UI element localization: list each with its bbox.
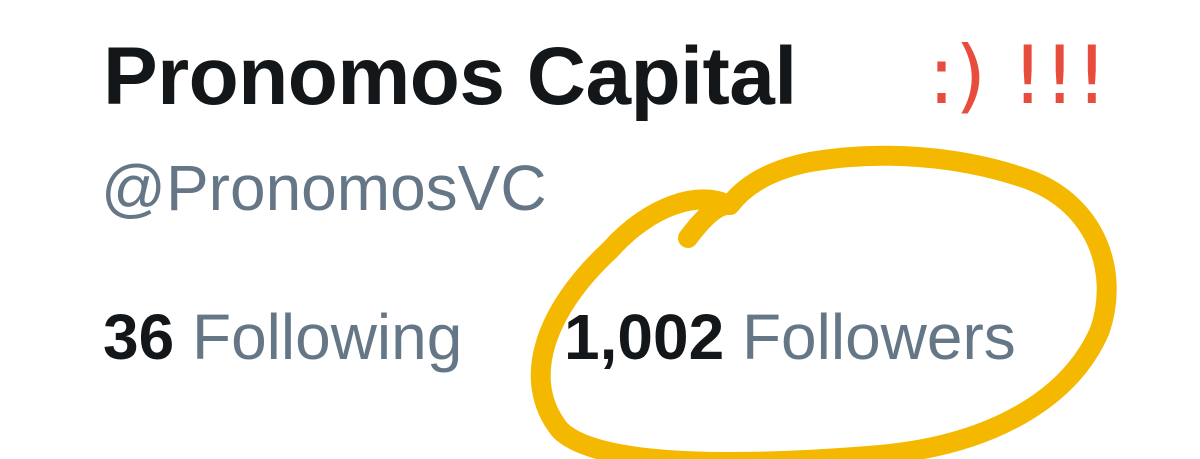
followers-count: 1,002	[564, 301, 725, 373]
followers-stat-link[interactable]: 1,002 Followers	[564, 305, 1016, 369]
smiley-annotation: :) !!!	[928, 29, 1108, 122]
profile-display-name: Pronomos Capital	[103, 31, 797, 122]
following-count: 36	[103, 301, 175, 373]
profile-handle[interactable]: @PronomosVC	[101, 156, 547, 220]
following-label: Following	[191, 301, 463, 373]
following-stat-link[interactable]: 36 Following	[103, 305, 462, 369]
followers-label: Followers	[741, 301, 1016, 373]
profile-header-crop: Pronomos Capital @PronomosVC 36 Followin…	[0, 0, 1200, 459]
